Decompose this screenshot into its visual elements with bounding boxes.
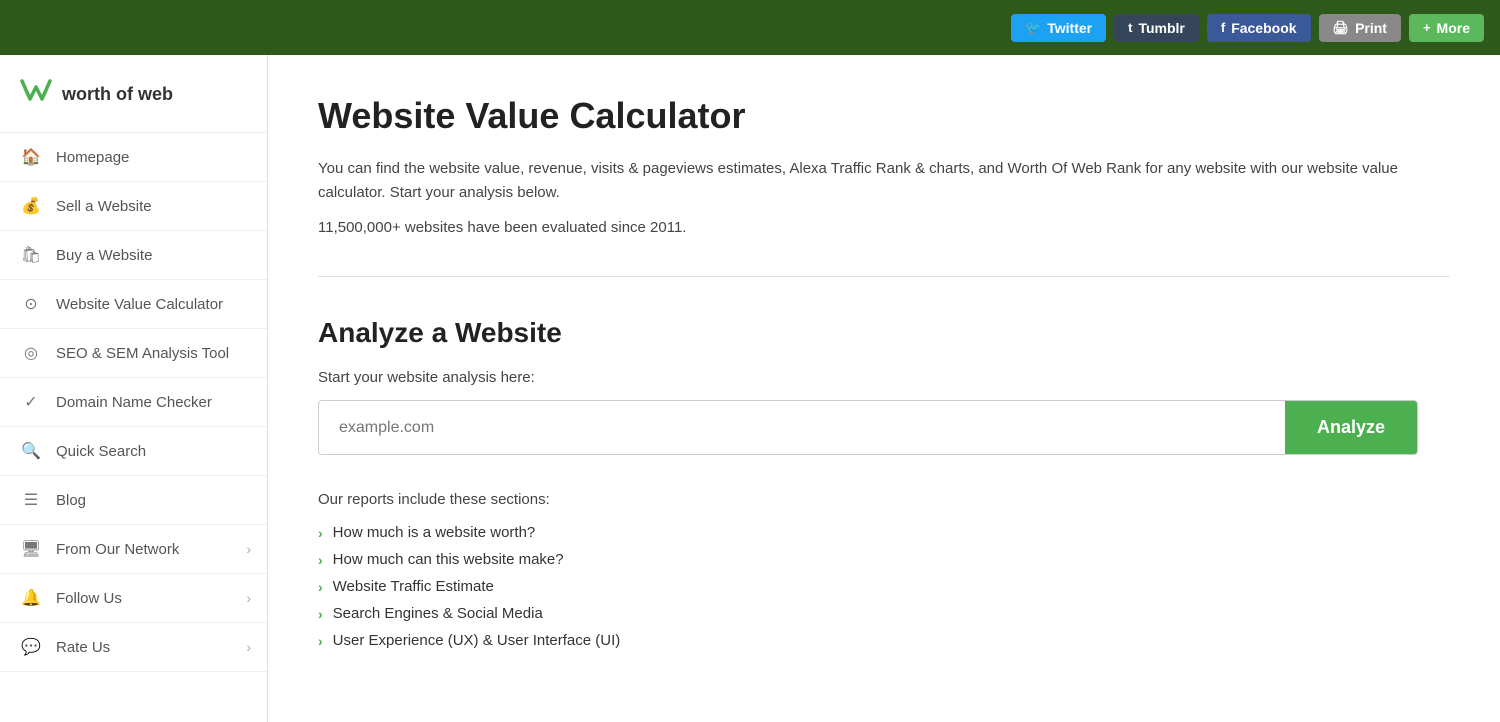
list-item: › How much is a website worth? bbox=[318, 524, 1450, 541]
print-icon: 🖨 bbox=[1333, 20, 1350, 36]
sidebar-item-seo-label: SEO & SEM Analysis Tool bbox=[56, 345, 229, 362]
search-icon: 🔍 bbox=[20, 441, 42, 461]
facebook-button[interactable]: f Facebook bbox=[1207, 14, 1311, 42]
arrow-icon-3: › bbox=[318, 579, 323, 595]
sidebar-item-rate-us[interactable]: 💬 Rate Us › bbox=[0, 623, 267, 672]
arrow-icon-1: › bbox=[318, 525, 323, 541]
analyze-form: Analyze bbox=[318, 400, 1418, 455]
analyze-input[interactable] bbox=[319, 401, 1285, 454]
sidebar-item-domain-checker[interactable]: ✓ Domain Name Checker bbox=[0, 378, 267, 427]
print-button[interactable]: 🖨 Print bbox=[1319, 14, 1401, 42]
blog-icon: ☰ bbox=[20, 490, 42, 510]
more-label: More bbox=[1437, 20, 1470, 36]
report-item-4: Search Engines & Social Media bbox=[333, 605, 543, 622]
report-item-1: How much is a website worth? bbox=[333, 524, 536, 541]
page-title: Website Value Calculator bbox=[318, 95, 1450, 137]
report-item-3: Website Traffic Estimate bbox=[333, 578, 494, 595]
analyze-section-title: Analyze a Website bbox=[318, 317, 1450, 349]
sidebar-item-network-label: From Our Network bbox=[56, 541, 179, 558]
logo[interactable]: worth of web bbox=[0, 65, 267, 133]
sidebar-item-sell-label: Sell a Website bbox=[56, 198, 152, 215]
sidebar-item-search-label: Quick Search bbox=[56, 443, 146, 460]
bell-icon: 🔔 bbox=[20, 588, 42, 608]
list-item: › User Experience (UX) & User Interface … bbox=[318, 632, 1450, 649]
arrow-icon-5: › bbox=[318, 633, 323, 649]
page-stat: 11,500,000+ websites have been evaluated… bbox=[318, 219, 1450, 236]
sell-icon: 💰 bbox=[20, 196, 42, 216]
arrow-icon-4: › bbox=[318, 606, 323, 622]
analyze-start-label: Start your website analysis here: bbox=[318, 369, 1450, 386]
list-item: › Website Traffic Estimate bbox=[318, 578, 1450, 595]
sidebar-item-sell-website[interactable]: 💰 Sell a Website bbox=[0, 182, 267, 231]
domain-icon: ✓ bbox=[20, 392, 42, 412]
chevron-right-icon: › bbox=[246, 541, 251, 557]
twitter-label: Twitter bbox=[1047, 20, 1092, 36]
report-list: › How much is a website worth? › How muc… bbox=[318, 524, 1450, 649]
sidebar-item-homepage[interactable]: 🏠 Homepage bbox=[0, 133, 267, 182]
sidebar-item-rate-label: Rate Us bbox=[56, 639, 110, 656]
facebook-icon: f bbox=[1221, 20, 1225, 35]
sidebar-item-seo-sem[interactable]: ◎ SEO & SEM Analysis Tool bbox=[0, 329, 267, 378]
tumblr-label: Tumblr bbox=[1138, 20, 1184, 36]
report-item-5: User Experience (UX) & User Interface (U… bbox=[333, 632, 621, 649]
sidebar-item-quick-search[interactable]: 🔍 Quick Search bbox=[0, 427, 267, 476]
report-item-2: How much can this website make? bbox=[333, 551, 564, 568]
layout: worth of web 🏠 Homepage 💰 Sell a Website… bbox=[0, 55, 1500, 722]
sidebar-item-blog[interactable]: ☰ Blog bbox=[0, 476, 267, 525]
sidebar-item-domain-label: Domain Name Checker bbox=[56, 394, 212, 411]
main-content: Website Value Calculator You can find th… bbox=[268, 55, 1500, 722]
rate-icon: 💬 bbox=[20, 637, 42, 657]
sidebar-item-buy-label: Buy a Website bbox=[56, 247, 152, 264]
list-item: › Search Engines & Social Media bbox=[318, 605, 1450, 622]
chevron-right-icon-rate: › bbox=[246, 639, 251, 655]
logo-icon bbox=[20, 77, 52, 112]
home-icon: 🏠 bbox=[20, 147, 42, 167]
chevron-right-icon-follow: › bbox=[246, 590, 251, 606]
list-item: › How much can this website make? bbox=[318, 551, 1450, 568]
buy-icon: 🛍 bbox=[20, 245, 42, 265]
sidebar-item-value-label: Website Value Calculator bbox=[56, 296, 223, 313]
twitter-icon: 🐦 bbox=[1025, 20, 1041, 36]
arrow-icon-2: › bbox=[318, 552, 323, 568]
logo-text: worth of web bbox=[62, 84, 173, 105]
more-button[interactable]: + More bbox=[1409, 14, 1484, 42]
sidebar-item-homepage-label: Homepage bbox=[56, 149, 129, 166]
sidebar-item-follow-label: Follow Us bbox=[56, 590, 122, 607]
more-icon: + bbox=[1423, 20, 1431, 35]
top-bar: 🐦 Twitter t Tumblr f Facebook 🖨 Print + … bbox=[0, 0, 1500, 55]
analyze-button[interactable]: Analyze bbox=[1285, 401, 1417, 454]
calculator-icon: ⊙ bbox=[20, 294, 42, 314]
sidebar: worth of web 🏠 Homepage 💰 Sell a Website… bbox=[0, 55, 268, 722]
print-label: Print bbox=[1355, 20, 1387, 36]
section-divider bbox=[318, 276, 1450, 277]
facebook-label: Facebook bbox=[1231, 20, 1296, 36]
seo-icon: ◎ bbox=[20, 343, 42, 363]
tumblr-icon: t bbox=[1128, 20, 1132, 35]
network-icon: 🖥 bbox=[20, 539, 42, 559]
sidebar-item-buy-website[interactable]: 🛍 Buy a Website bbox=[0, 231, 267, 280]
sidebar-item-blog-label: Blog bbox=[56, 492, 86, 509]
reports-intro: Our reports include these sections: bbox=[318, 491, 1450, 508]
sidebar-item-from-network[interactable]: 🖥 From Our Network › bbox=[0, 525, 267, 574]
page-description: You can find the website value, revenue,… bbox=[318, 157, 1418, 205]
sidebar-item-website-value[interactable]: ⊙ Website Value Calculator bbox=[0, 280, 267, 329]
twitter-button[interactable]: 🐦 Twitter bbox=[1011, 14, 1106, 42]
tumblr-button[interactable]: t Tumblr bbox=[1114, 14, 1199, 42]
sidebar-item-follow-us[interactable]: 🔔 Follow Us › bbox=[0, 574, 267, 623]
